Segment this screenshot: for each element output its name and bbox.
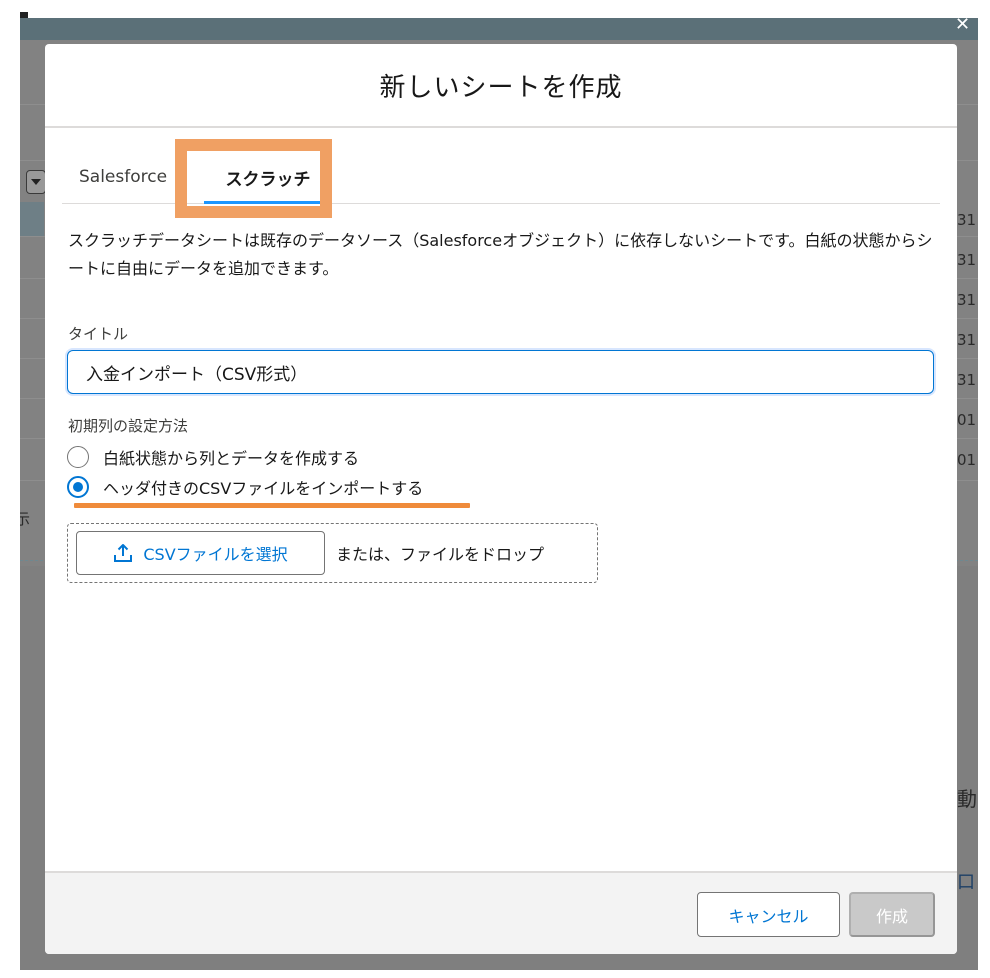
modal-title: 新しいシートを作成	[379, 72, 623, 103]
cancel-button[interactable]: キャンセル	[697, 892, 840, 937]
background-cell: 31	[957, 371, 977, 389]
file-dropzone[interactable]: CSVファイルを選択 または、ファイルをドロップ	[67, 523, 598, 583]
background-left-text: 表示	[20, 510, 31, 528]
background-cell: 31	[957, 251, 977, 269]
upload-icon	[114, 544, 133, 562]
drop-hint: または、ファイルをドロップ	[336, 545, 545, 564]
radio-button[interactable]	[67, 446, 89, 468]
radio-label: ヘッダ付きのCSVファイルをインポートする	[103, 479, 424, 498]
create-button[interactable]: 作成	[849, 892, 935, 937]
background-cell: 31	[957, 291, 977, 309]
initial-columns-label: 初期列の設定方法	[68, 417, 189, 435]
annotation-underline	[74, 503, 470, 508]
radio-option-csv[interactable]: ヘッダ付きのCSVファイルをインポートする	[67, 475, 423, 499]
background-header	[20, 18, 978, 40]
select-csv-button[interactable]: CSVファイルを選択	[76, 531, 325, 575]
background-row-block	[20, 202, 44, 236]
top-bar	[0, 0, 990, 18]
select-csv-label: CSVファイルを選択	[143, 545, 288, 564]
radio-label: 白紙状態から列とデータを作成する	[103, 449, 360, 468]
background-cell: 01	[957, 451, 977, 469]
scratch-description: スクラッチデータシートは既存のデータソース（Salesforceオブジェクト）に…	[68, 231, 933, 278]
radio-option-blank[interactable]: 白紙状態から列とデータを作成する	[67, 445, 359, 469]
title-input[interactable]	[67, 350, 934, 394]
tab-scratch[interactable]: スクラッチ	[204, 150, 332, 204]
tab-bar: Salesforce スクラッチ	[62, 150, 940, 204]
background-text: 動	[957, 787, 977, 811]
background-text: 口	[957, 872, 975, 893]
modal-footer: キャンセル 作成	[45, 871, 957, 954]
radio-button-checked[interactable]	[67, 476, 89, 498]
background-cell: 31	[957, 211, 977, 229]
background-cell: 31	[957, 331, 977, 349]
background-dropdown	[26, 170, 46, 194]
close-icon[interactable]: ✕	[955, 18, 978, 34]
tab-salesforce[interactable]: Salesforce	[79, 150, 167, 204]
modal-header: 新しいシートを作成	[45, 44, 957, 128]
title-label: タイトル	[68, 325, 129, 343]
background-cell: 01	[957, 411, 977, 429]
new-sheet-modal: 新しいシートを作成 Salesforce スクラッチ スクラッチデータシートは既…	[45, 44, 957, 954]
